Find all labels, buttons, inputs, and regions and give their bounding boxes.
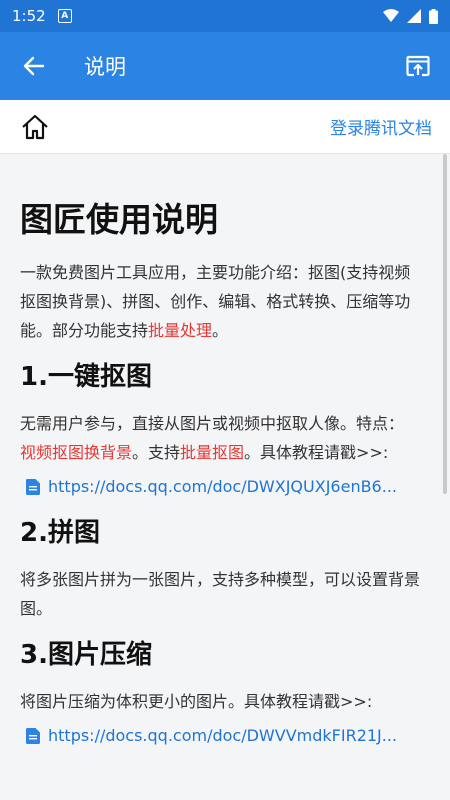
status-bar: 1:52 A: [0, 0, 450, 32]
page-title: 说明: [84, 55, 126, 79]
back-button[interactable]: [6, 32, 62, 100]
link-url[interactable]: https://docs.qq.com/doc/DWXJQUXJ6enB6...: [48, 473, 397, 501]
status-icons: [383, 8, 438, 24]
wifi-icon: [383, 9, 399, 22]
document-icon: [26, 479, 40, 495]
cutout-tutorial-link[interactable]: https://docs.qq.com/doc/DWXJQUXJ6enB6...: [20, 473, 420, 501]
compress-paragraph: 将图片压缩为体积更小的图片。具体教程请戳>>:: [20, 692, 373, 711]
batch-cutout-highlight: 批量抠图: [180, 443, 245, 462]
video-cutout-highlight: 视频抠图换背景: [20, 443, 133, 462]
open-in-browser-icon: [406, 55, 430, 77]
section-heading-compress: 3.图片压缩: [20, 640, 152, 670]
app-bar: 说明: [0, 32, 450, 100]
section-heading-collage: 2.拼图: [20, 518, 100, 548]
scrollbar[interactable]: [443, 154, 447, 494]
document-icon: [26, 728, 40, 744]
document-content[interactable]: 图匠使用说明 一款免费图片工具应用，主要功能介绍：抠图(支持视频抠图换背景)、拼…: [0, 154, 450, 800]
link-url[interactable]: https://docs.qq.com/doc/DWVVmdkFIR21J...: [48, 722, 397, 750]
open-in-browser-button[interactable]: [390, 32, 446, 100]
home-icon: [22, 114, 48, 139]
batch-processing-highlight: 批量处理: [148, 321, 213, 340]
login-tencent-docs-link[interactable]: 登录腾讯文档: [330, 114, 432, 139]
intro-paragraph: 一款免费图片工具应用，主要功能介绍：抠图(支持视频抠图换背景)、拼图、创作、编辑…: [20, 263, 411, 340]
home-button[interactable]: [15, 107, 55, 147]
doc-title: 图匠使用说明: [20, 200, 218, 239]
notification-icon: A: [57, 9, 72, 23]
battery-icon: [429, 8, 438, 24]
arrow-left-icon: [23, 56, 45, 76]
doc-header: 登录腾讯文档: [0, 100, 450, 154]
cutout-paragraph: 无需用户参与，直接从图片或视频中抠取人像。特点：视频抠图换背景。支持批量抠图。具…: [20, 414, 405, 462]
signal-icon: [407, 9, 421, 23]
status-time: 1:52: [12, 7, 46, 25]
compress-tutorial-link[interactable]: https://docs.qq.com/doc/DWVVmdkFIR21J...: [20, 722, 420, 750]
section-heading-cutout: 1.一键抠图: [20, 362, 152, 392]
collage-paragraph: 将多张图片拼为一张图片，支持多种模型，可以设置背景图。: [20, 570, 421, 618]
